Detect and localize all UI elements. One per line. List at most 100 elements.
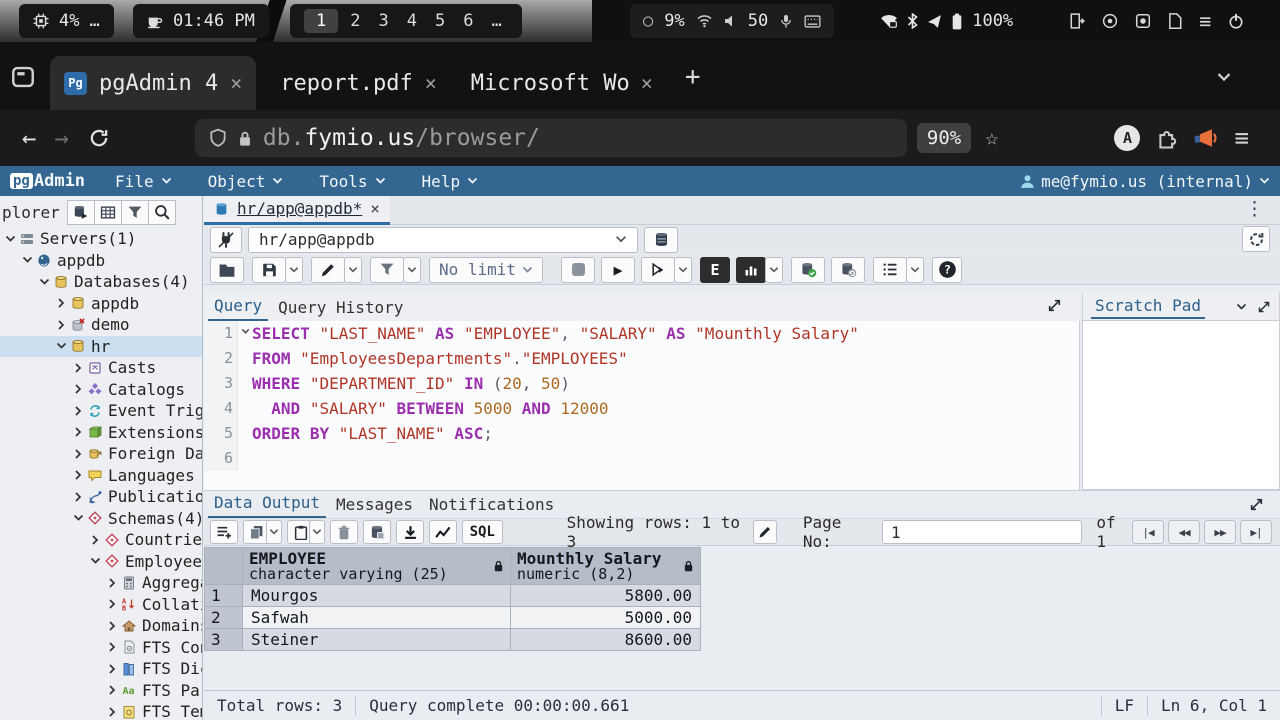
sql-editor[interactable]: 1SELECT "LAST_NAME" AS "EMPLOYEE", "SALA…: [204, 321, 1080, 490]
tab-messages[interactable]: Messages: [330, 493, 419, 518]
paste-chevron-icon[interactable]: [309, 520, 325, 544]
tree-item-appdb[interactable]: appdb: [0, 250, 203, 272]
extensions-puzzle-icon[interactable]: [1156, 127, 1178, 149]
cpu-pill[interactable]: 4% …: [19, 4, 114, 38]
row-number[interactable]: 2: [205, 607, 243, 629]
document-icon[interactable]: [1168, 13, 1182, 29]
expand-chevron-icon[interactable]: [104, 643, 120, 651]
tab-close-icon[interactable]: ×: [641, 71, 653, 95]
table-row[interactable]: 3Steiner8600.00: [205, 629, 701, 651]
last-page-button[interactable]: ▶|: [1240, 520, 1272, 544]
clock-pill[interactable]: 01:46 PM: [133, 4, 269, 38]
tree-item-appdb[interactable]: appdb: [0, 293, 203, 315]
macros-button[interactable]: [873, 257, 907, 283]
shield-icon[interactable]: [209, 128, 227, 148]
filter-options-chevron-icon[interactable]: [403, 257, 421, 283]
cell[interactable]: Steiner: [243, 629, 511, 651]
table-row[interactable]: 2Safwah5000.00: [205, 607, 701, 629]
delete-row-button[interactable]: [330, 520, 358, 544]
edit-button[interactable]: [311, 257, 345, 283]
workspace-…[interactable]: …: [486, 11, 508, 31]
scratch-pad-title[interactable]: Scratch Pad: [1091, 295, 1205, 319]
graph-visualiser-button[interactable]: [429, 520, 457, 544]
row-number[interactable]: 3: [205, 629, 243, 651]
tree-item-servers-1-[interactable]: Servers(1): [0, 228, 203, 250]
expand-chevron-icon[interactable]: [70, 385, 86, 393]
explain-button[interactable]: E: [700, 257, 730, 283]
tree-item-countries[interactable]: Countries: [0, 529, 203, 551]
new-connection-button[interactable]: [644, 227, 678, 253]
tab-notifications[interactable]: Notifications: [423, 493, 560, 518]
expand-chevron-icon[interactable]: [53, 299, 69, 307]
back-icon[interactable]: ←: [22, 124, 36, 152]
tree-item-collations[interactable]: ABCollations: [0, 594, 203, 616]
save-options-chevron-icon[interactable]: [285, 257, 303, 283]
tree-item-catalogs[interactable]: Catalogs: [0, 379, 203, 401]
expand-chevron-icon[interactable]: [70, 493, 86, 501]
table-row[interactable]: 1Mourgos5800.00: [205, 585, 701, 607]
query-tool-tab[interactable]: hr/app@appdb* ×: [204, 196, 390, 225]
workspace-1[interactable]: 1: [304, 9, 338, 33]
tree-item-languages[interactable]: Languages: [0, 465, 203, 487]
expand-chevron-icon[interactable]: [70, 471, 86, 479]
megaphone-icon[interactable]: [1194, 127, 1218, 149]
browser-tab-report[interactable]: report.pdf ×: [266, 56, 451, 110]
first-page-button[interactable]: |◀: [1132, 520, 1164, 544]
workspace-switcher[interactable]: 123456…: [290, 4, 522, 38]
tray-menu-icon[interactable]: ≡: [1199, 9, 1211, 33]
menu-file[interactable]: File: [115, 172, 172, 191]
expand-chevron-icon[interactable]: [70, 364, 86, 372]
edit-range-button[interactable]: [753, 520, 777, 544]
tree-item-fts-templates[interactable]: FTS Templates: [0, 701, 203, 720]
app-box-icon[interactable]: [1135, 13, 1151, 29]
browser-tab-pgadmin[interactable]: Pg pgAdmin 4 ×: [50, 56, 256, 110]
workspace-6[interactable]: 6: [457, 11, 479, 31]
download-results-button[interactable]: [396, 520, 424, 544]
code-line-4[interactable]: 4 AND "SALARY" BETWEEN 5000 AND 12000: [204, 396, 1079, 421]
display-icon[interactable]: [1102, 13, 1118, 29]
bookmark-star-icon[interactable]: ☆: [985, 126, 998, 151]
code-line-5[interactable]: 5ORDER BY "LAST_NAME" ASC;: [204, 421, 1079, 446]
fold-chevron-icon[interactable]: [241, 328, 250, 335]
row-number[interactable]: 1: [205, 585, 243, 607]
tree-item-publications[interactable]: Publications: [0, 486, 203, 508]
menu-help[interactable]: Help: [422, 172, 479, 191]
refresh-button[interactable]: [1242, 226, 1270, 252]
tree-item-foreign-data-wrappers[interactable]: Foreign Data Wrappers: [0, 443, 203, 465]
collapse-chevron-icon[interactable]: [53, 342, 69, 350]
tab-query-history[interactable]: Query History: [272, 296, 409, 321]
grid-view-button[interactable]: [94, 200, 122, 225]
browser-menu-icon[interactable]: ≡: [1234, 124, 1248, 152]
add-row-button[interactable]: [210, 520, 238, 544]
help-button[interactable]: ?: [932, 257, 962, 283]
tree-item-demo[interactable]: demo: [0, 314, 203, 336]
workspace-4[interactable]: 4: [401, 11, 423, 31]
tree-item-employeesdepartments[interactable]: EmployeesDepartments: [0, 551, 203, 573]
workspace-3[interactable]: 3: [373, 11, 395, 31]
new-tab-button[interactable]: +: [685, 62, 701, 92]
save-file-button[interactable]: [252, 257, 286, 283]
expand-results-icon[interactable]: [1249, 497, 1264, 512]
filter-button[interactable]: [121, 200, 149, 225]
exit-door-icon[interactable]: [1069, 13, 1085, 29]
stop-button[interactable]: [561, 257, 595, 283]
zoom-level-badge[interactable]: 90%: [917, 123, 971, 153]
workspace-2[interactable]: 2: [344, 11, 366, 31]
row-limit-select[interactable]: No limit: [429, 257, 543, 283]
tree-item-databases-4-[interactable]: Databases(4): [0, 271, 203, 293]
account-badge[interactable]: A: [1114, 125, 1140, 151]
user-menu[interactable]: me@fymio.us (internal): [1020, 172, 1270, 191]
expand-chevron-icon[interactable]: [104, 579, 120, 587]
expand-chevron-icon[interactable]: [104, 686, 120, 694]
save-data-button[interactable]: [363, 520, 391, 544]
collapse-chevron-icon[interactable]: [36, 278, 52, 286]
expand-chevron-icon[interactable]: [104, 665, 120, 673]
tab-list-chevron-icon[interactable]: [1216, 72, 1232, 83]
expand-chevron-icon[interactable]: [87, 536, 103, 544]
view-sql-button[interactable]: SQL: [462, 520, 503, 544]
next-page-button[interactable]: ▶▶: [1204, 520, 1236, 544]
reload-icon[interactable]: [89, 128, 109, 148]
tree-item-event-triggers[interactable]: Event Triggers: [0, 400, 203, 422]
tab-query[interactable]: Query: [208, 294, 268, 321]
expand-chevron-icon[interactable]: [70, 407, 86, 415]
